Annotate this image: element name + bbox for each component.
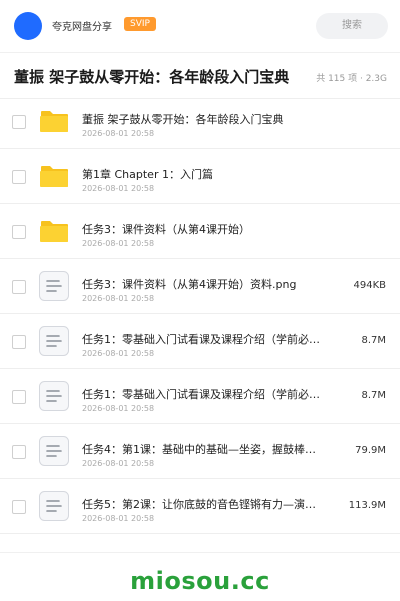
- file-date: 2026-08-01 20:58: [82, 129, 155, 138]
- select-checkbox[interactable]: [12, 390, 26, 404]
- file-size: 79.9M: [355, 445, 386, 456]
- folder-icon: [40, 166, 68, 187]
- folder-icon: [40, 111, 68, 132]
- file-icon: [39, 491, 69, 521]
- select-checkbox[interactable]: [12, 115, 26, 129]
- list-item[interactable]: 任务3：课件资料（从第4课开始） 2026-08-01 20:58: [0, 204, 400, 259]
- file-size: 8.7M: [361, 335, 386, 346]
- list-item[interactable]: 第1章 Chapter 1：入门篇 2026-08-01 20:58: [0, 149, 400, 204]
- file-size: 113.9M: [348, 500, 386, 511]
- search-button[interactable]: 搜索: [316, 13, 388, 39]
- file-name: 任务1：零基础入门试看课及课程介绍（学前必看）【【…: [82, 388, 322, 401]
- file-date: 2026-08-01 20:58: [82, 294, 155, 303]
- file-icon: [39, 271, 69, 301]
- site-watermark: miosou.cc: [130, 567, 270, 595]
- svip-badge: SVIP: [124, 17, 156, 31]
- file-icon: [39, 326, 69, 356]
- item-count: 共 115 项 · 2.3G: [316, 74, 387, 84]
- file-name: 任务3：课件资料（从第4课开始）资料.png: [82, 278, 297, 291]
- select-checkbox[interactable]: [12, 335, 26, 349]
- select-checkbox[interactable]: [12, 500, 26, 514]
- list-item[interactable]: 任务3：课件资料（从第4课开始）资料.png 2026-08-01 20:58 …: [0, 259, 400, 314]
- file-icon: [39, 436, 69, 466]
- file-name: 任务1：零基础入门试看课及课程介绍（学前必看）【【…: [82, 333, 322, 346]
- file-size: 8.7M: [361, 390, 386, 401]
- folder-icon: [40, 221, 68, 242]
- file-name: 任务3：课件资料（从第4课开始）: [82, 223, 250, 236]
- file-name: 董振 架子鼓从零开始：各年龄段入门宝典: [82, 113, 284, 126]
- app-name: 夸克网盘分享: [52, 22, 112, 33]
- list-item[interactable]: 任务1：零基础入门试看课及课程介绍（学前必看）【【… 2026-08-01 20…: [0, 369, 400, 424]
- footer: miosou.cc: [0, 552, 400, 601]
- file-date: 2026-08-01 20:58: [82, 239, 155, 248]
- file-date: 2026-08-01 20:58: [82, 349, 155, 358]
- file-icon: [39, 381, 69, 411]
- file-date: 2026-08-01 20:58: [82, 514, 155, 523]
- file-list: 董振 架子鼓从零开始：各年龄段入门宝典 2026-08-01 20:58 第1章…: [0, 94, 400, 534]
- list-item[interactable]: 任务4：第1课：基础中的基础—坐姿，握鼓棒，击打鼓… 2026-08-01 20…: [0, 424, 400, 479]
- page-title: 董振 架子鼓从零开始：各年龄段入门宝典: [14, 68, 290, 86]
- file-name: 第1章 Chapter 1：入门篇: [82, 168, 213, 181]
- select-checkbox[interactable]: [12, 170, 26, 184]
- avatar[interactable]: [14, 12, 42, 40]
- select-checkbox[interactable]: [12, 445, 26, 459]
- list-item[interactable]: 任务5：第2课：让你底鼓的音色铿锵有力—演奏底鼓和… 2026-08-01 20…: [0, 479, 400, 534]
- file-date: 2026-08-01 20:58: [82, 184, 155, 193]
- file-date: 2026-08-01 20:58: [82, 404, 155, 413]
- list-item[interactable]: 任务1：零基础入门试看课及课程介绍（学前必看）【【… 2026-08-01 20…: [0, 314, 400, 369]
- list-item[interactable]: 董振 架子鼓从零开始：各年龄段入门宝典 2026-08-01 20:58: [0, 94, 400, 149]
- file-name: 任务4：第1课：基础中的基础—坐姿，握鼓棒，击打鼓…: [82, 443, 322, 456]
- file-date: 2026-08-01 20:58: [82, 459, 155, 468]
- select-checkbox[interactable]: [12, 225, 26, 239]
- select-checkbox[interactable]: [12, 280, 26, 294]
- app-header: 夸克网盘分享 SVIP 搜索: [0, 0, 400, 53]
- share-title-bar: 董振 架子鼓从零开始：各年龄段入门宝典 共 115 项 · 2.3G: [0, 52, 400, 99]
- file-name: 任务5：第2课：让你底鼓的音色铿锵有力—演奏底鼓和…: [82, 498, 322, 511]
- file-size: 494KB: [353, 280, 386, 291]
